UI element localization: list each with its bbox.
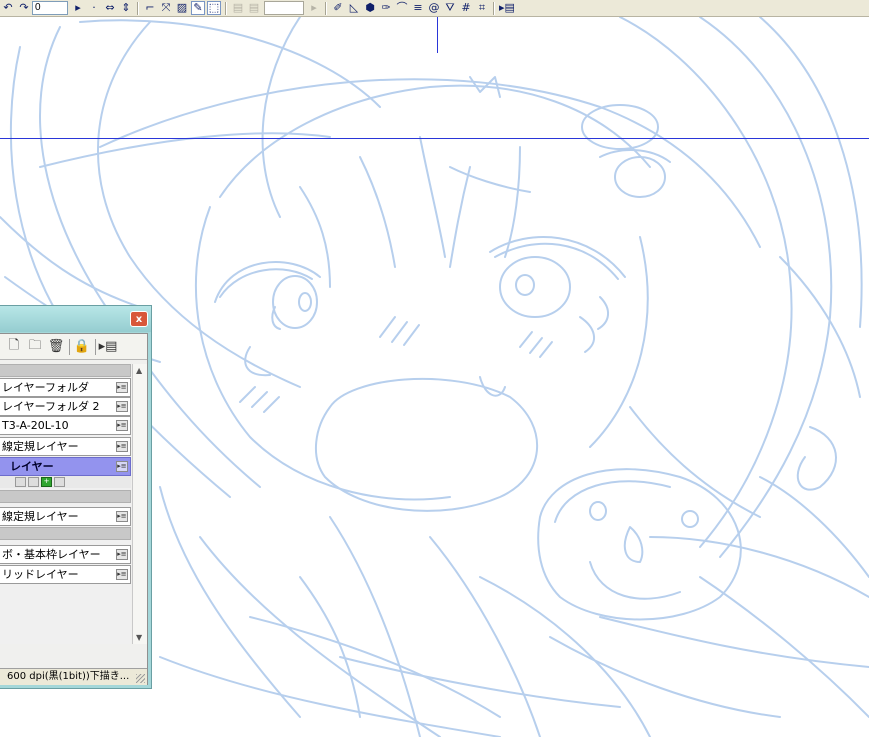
palette-menu-icon[interactable]: ▸▤: [99, 338, 118, 356]
layer-row[interactable]: 線定規レイヤー ▸≡: [0, 437, 131, 456]
layer-name: レイヤー: [10, 460, 54, 473]
palette-status-bar: 600 dpi(黒(1bit))下描き...: [0, 668, 147, 685]
main-toolbar: ↶ ↷ 0 ▸ · ⇔ ⇕ ⌐ ⤧ ▨ ✎ ⬚ ▤ ▤ ▸ ✐ ◺ ⬢ ✑ ⌒ …: [0, 0, 869, 17]
layer-row[interactable]: レイヤーフォルダ 2 ▸≡: [0, 397, 131, 416]
layer-name: リッドレイヤー: [2, 568, 79, 581]
eyedropper-icon[interactable]: ✑: [379, 1, 393, 15]
layer-group-separator: [0, 490, 131, 503]
layer-properties-icon[interactable]: ▸≡: [116, 511, 128, 522]
redo-icon[interactable]: ↷: [17, 1, 31, 15]
layer-name: ボ・基本枠レイヤー: [2, 548, 101, 561]
image-icon[interactable]: ▨: [175, 1, 189, 15]
new-layer-icon[interactable]: 🗋: [5, 338, 23, 356]
curve-icon[interactable]: ⌒: [395, 1, 409, 15]
transform-icon[interactable]: ⤧: [159, 1, 173, 15]
lock-icon[interactable]: 🔒: [73, 338, 91, 356]
perspective-icon[interactable]: ⛛: [443, 1, 457, 15]
horizontal-guide-line: [0, 138, 869, 139]
close-button[interactable]: x: [130, 311, 148, 327]
play-right-disabled-icon[interactable]: ▸: [307, 1, 321, 15]
toolbar-separator: [325, 1, 327, 15]
resize-grip-icon[interactable]: [136, 674, 145, 683]
document-info: 600 dpi(黒(1bit))下描き...: [7, 671, 130, 682]
layer-list-header: [0, 364, 131, 377]
layer-option-icon[interactable]: [15, 477, 26, 487]
number-input[interactable]: 0: [32, 1, 68, 15]
new-folder-icon[interactable]: 🗀: [26, 338, 44, 356]
scroll-down-arrow-icon[interactable]: ▼: [136, 633, 142, 642]
spiral-icon[interactable]: @: [427, 1, 441, 15]
layer-link-icon[interactable]: [54, 477, 65, 487]
pen-icon[interactable]: ✐: [331, 1, 345, 15]
layer-add-icon[interactable]: +: [41, 477, 52, 487]
toolbar-separator: [493, 1, 495, 15]
triangle-ruler-icon[interactable]: ◺: [347, 1, 361, 15]
grid2-icon[interactable]: ⌗: [475, 1, 489, 15]
palette-toolbar-separator: [95, 338, 96, 355]
layer-list: レイヤーフォルダ ▸≡ レイヤーフォルダ 2 ▸≡ T3-A-20L-10 ▸≡…: [0, 364, 131, 644]
layer-properties-icon[interactable]: ▸≡: [116, 382, 128, 393]
panel-menu-icon[interactable]: ▸▤: [499, 1, 515, 15]
toolbar-separator: [137, 1, 139, 15]
palette-toolbar-separator: [69, 338, 70, 355]
dot-icon[interactable]: ·: [87, 1, 101, 15]
selection-pen-icon[interactable]: ✎: [191, 1, 205, 15]
layer-row[interactable]: T3-A-20L-10 ▸≡: [0, 416, 131, 435]
vertical-guide-line: [437, 17, 438, 53]
layer-list-scrollbar[interactable]: ▲ ▼: [132, 364, 147, 644]
flip-horizontal-icon[interactable]: ⇔: [103, 1, 117, 15]
flip-vertical-icon[interactable]: ⇕: [119, 1, 133, 15]
layer-row[interactable]: リッドレイヤー ▸≡: [0, 565, 131, 584]
layer-row-active[interactable]: レイヤー ▸≡: [0, 457, 131, 476]
page2-disabled-icon[interactable]: ▤: [247, 1, 261, 15]
layer-properties-icon[interactable]: ▸≡: [116, 549, 128, 560]
layer-properties-icon[interactable]: ▸≡: [116, 441, 128, 452]
undo-icon[interactable]: ↶: [1, 1, 15, 15]
palette-body: 🗋 🗀 🗑 🔒 ▸▤ レイヤーフォルダ ▸≡ レイヤーフォルダ 2 ▸≡ T3-…: [0, 333, 148, 685]
layer-name: 線定規レイヤー: [2, 440, 79, 453]
layer-option-icon[interactable]: [28, 477, 39, 487]
palette-toolbar: 🗋 🗀 🗑 🔒 ▸▤: [0, 334, 147, 360]
layer-options-row: +: [0, 476, 131, 488]
layer-properties-icon[interactable]: ▸≡: [116, 420, 128, 431]
layer-name: 線定規レイヤー: [2, 510, 79, 523]
rule-icon[interactable]: ⌐: [143, 1, 157, 15]
layer-palette: x 🗋 🗀 🗑 🔒 ▸▤ レイヤーフォルダ ▸≡ レイヤーフォルダ 2 ▸≡ T…: [0, 305, 152, 689]
layer-properties-icon[interactable]: ▸≡: [116, 569, 128, 580]
layer-row[interactable]: 線定規レイヤー ▸≡: [0, 507, 131, 526]
layer-row[interactable]: ボ・基本枠レイヤー ▸≡: [0, 545, 131, 564]
layer-name: レイヤーフォルダ 2: [2, 400, 100, 413]
layer-row[interactable]: レイヤーフォルダ ▸≡: [0, 378, 131, 397]
fill-icon[interactable]: ⬢: [363, 1, 377, 15]
marquee-icon[interactable]: ⬚: [207, 1, 221, 15]
trash-icon[interactable]: 🗑: [47, 338, 65, 356]
layer-properties-icon[interactable]: ▸≡: [116, 461, 128, 472]
blank-field[interactable]: [264, 1, 304, 15]
grid-icon[interactable]: #: [459, 1, 473, 15]
toolbar-separator: [225, 1, 227, 15]
palette-titlebar[interactable]: x: [0, 306, 151, 332]
lines-icon[interactable]: ≡: [411, 1, 425, 15]
layer-properties-icon[interactable]: ▸≡: [116, 401, 128, 412]
play-right-icon[interactable]: ▸: [71, 1, 85, 15]
layer-name: レイヤーフォルダ: [2, 381, 90, 394]
layer-group-separator: [0, 527, 131, 540]
scroll-up-arrow-icon[interactable]: ▲: [136, 366, 142, 375]
page-disabled-icon[interactable]: ▤: [231, 1, 245, 15]
layer-name: T3-A-20L-10: [2, 419, 69, 432]
